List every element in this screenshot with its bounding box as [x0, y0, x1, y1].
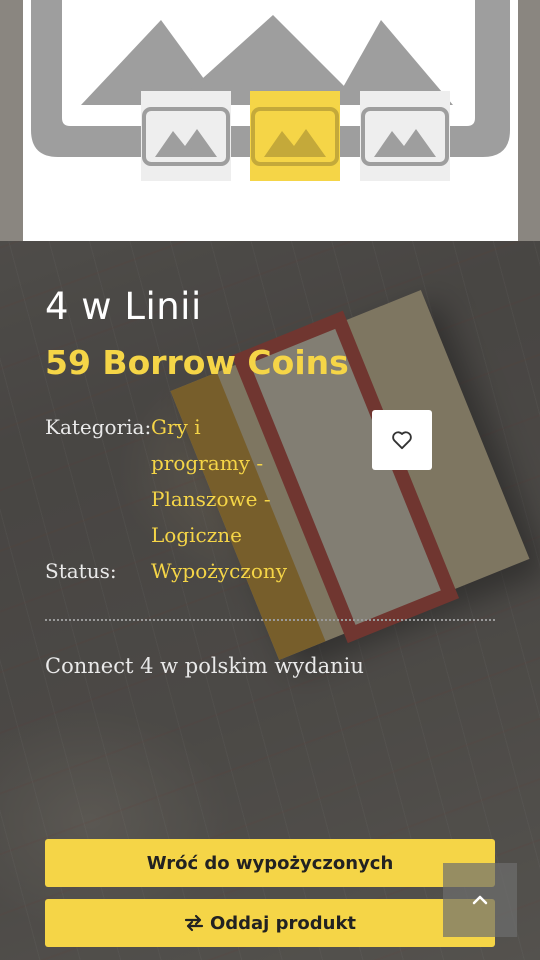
back-to-borrowed-button[interactable]: Wróć do wypożyczonych: [45, 839, 495, 887]
return-button-label: Oddaj produkt: [209, 912, 357, 934]
category-link[interactable]: Gry i programy - Planszowe - Logiczne: [151, 409, 301, 553]
return-product-button[interactable]: Oddaj produkt: [45, 899, 495, 947]
gallery-thumbnail-2-active[interactable]: [250, 91, 340, 181]
category-label: Kategoria:: [45, 415, 152, 439]
gallery-edge-right: [518, 0, 540, 241]
status-label: Status:: [45, 559, 117, 583]
product-description: Connect 4 w polskim wydaniu: [45, 654, 364, 678]
product-price: 59 Borrow Coins: [45, 343, 349, 382]
exchange-icon: [184, 914, 204, 932]
gallery-edge-left: [0, 0, 23, 241]
status-value: Wypożyczony: [151, 559, 288, 583]
chevron-up-icon: [472, 895, 488, 905]
image-placeholder-icon: [361, 107, 449, 166]
heart-icon: [392, 431, 412, 450]
status-row: Status: Wypożyczony: [45, 553, 287, 589]
back-button-label: Wróć do wypożyczonych: [146, 852, 394, 874]
product-title: 4 w Linii: [45, 285, 202, 328]
gallery-thumbnail-1[interactable]: [141, 91, 231, 181]
category-row: Kategoria: Gry i programy - Planszowe - …: [45, 409, 271, 547]
image-placeholder-icon: [142, 107, 230, 166]
divider: [45, 619, 495, 621]
scroll-to-top-button[interactable]: [443, 863, 517, 937]
favorite-button[interactable]: [372, 410, 432, 470]
gallery-thumbnail-3[interactable]: [360, 91, 450, 181]
image-placeholder-icon: [251, 107, 339, 166]
